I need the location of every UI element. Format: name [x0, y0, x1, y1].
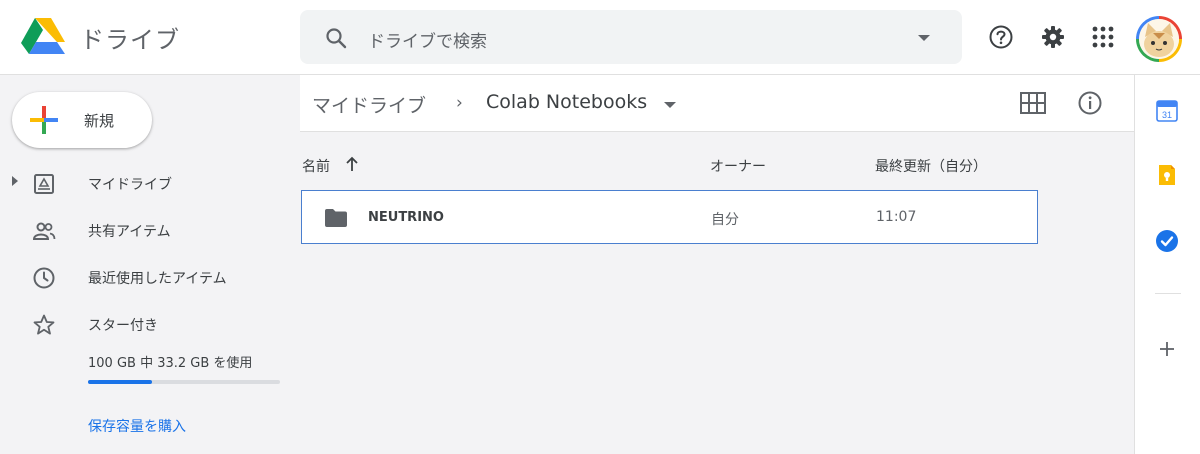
- expand-caret-icon[interactable]: [12, 176, 18, 186]
- help-icon[interactable]: [988, 24, 1014, 50]
- breadcrumb-current-folder[interactable]: Colab Notebooks: [486, 91, 647, 113]
- folder-icon: [325, 209, 347, 227]
- sidebar-item-recent[interactable]: 最近使用したアイテム: [0, 256, 300, 302]
- folder-menu-dropdown-icon[interactable]: [664, 102, 676, 108]
- file-modified: 11:07: [876, 209, 917, 225]
- file-owner: 自分: [711, 212, 739, 228]
- sidebar-item-shared[interactable]: 共有アイテム: [0, 209, 300, 255]
- search-icon[interactable]: [324, 26, 348, 50]
- storage-usage-fill: [88, 380, 152, 384]
- table-row[interactable]: NEUTRINO 自分 11:07: [301, 190, 1038, 244]
- sidebar-item-label: 共有アイテム: [88, 224, 171, 240]
- breadcrumb: マイドライブ › Colab Notebooks: [300, 75, 1134, 132]
- search-bar[interactable]: ドライブで検索: [300, 10, 962, 64]
- shared-people-icon: [32, 222, 56, 240]
- top-header: ドライブ ドライブで検索: [0, 0, 1200, 75]
- new-button-label: 新規: [84, 112, 115, 130]
- star-icon: [33, 314, 55, 335]
- side-panel-divider: [1155, 293, 1181, 294]
- column-header-owner: オーナー: [710, 159, 766, 175]
- grid-view-icon[interactable]: [1020, 92, 1046, 114]
- column-header-name[interactable]: 名前: [302, 156, 330, 176]
- account-avatar[interactable]: [1136, 16, 1182, 62]
- apps-grid-icon[interactable]: [1090, 24, 1116, 50]
- breadcrumb-my-drive[interactable]: マイドライブ: [312, 91, 426, 118]
- breadcrumb-separator-icon: ›: [456, 93, 463, 113]
- tasks-icon[interactable]: [1155, 229, 1179, 253]
- plus-icon: [30, 106, 58, 134]
- calendar-day-text: 31: [1162, 110, 1172, 120]
- side-panel: 31: [1134, 75, 1200, 454]
- sidebar-item-my-drive[interactable]: マイドライブ: [0, 162, 300, 208]
- search-options-dropdown-icon[interactable]: [918, 35, 930, 41]
- my-drive-icon: [34, 174, 54, 194]
- settings-gear-icon[interactable]: [1040, 24, 1066, 50]
- clock-icon: [33, 267, 55, 289]
- sort-ascending-arrow-icon[interactable]: [344, 155, 360, 173]
- search-input[interactable]: ドライブで検索: [368, 27, 487, 52]
- storage-usage-text: 100 GB 中 33.2 GB を使用: [88, 356, 253, 371]
- sidebar-item-label: 最近使用したアイテム: [88, 271, 227, 287]
- sidebar-item-starred[interactable]: スター付き: [0, 303, 300, 349]
- file-name: NEUTRINO: [368, 210, 444, 225]
- keep-icon[interactable]: [1155, 163, 1179, 187]
- sidebar-item-label: スター付き: [88, 318, 158, 334]
- info-icon[interactable]: [1077, 90, 1103, 116]
- add-addon-plus-icon[interactable]: [1155, 337, 1179, 361]
- calendar-icon[interactable]: 31: [1155, 99, 1179, 123]
- column-header-modified[interactable]: 最終更新（自分）: [875, 156, 987, 176]
- app-title[interactable]: ドライブ: [80, 20, 180, 55]
- drive-logo-icon[interactable]: [20, 16, 66, 56]
- buy-storage-link[interactable]: 保存容量を購入: [88, 416, 186, 436]
- new-button[interactable]: 新規: [12, 92, 152, 148]
- sidebar-item-label: マイドライブ: [88, 177, 172, 193]
- cat-avatar-icon: [1139, 19, 1179, 59]
- storage-usage-bar: [88, 380, 280, 384]
